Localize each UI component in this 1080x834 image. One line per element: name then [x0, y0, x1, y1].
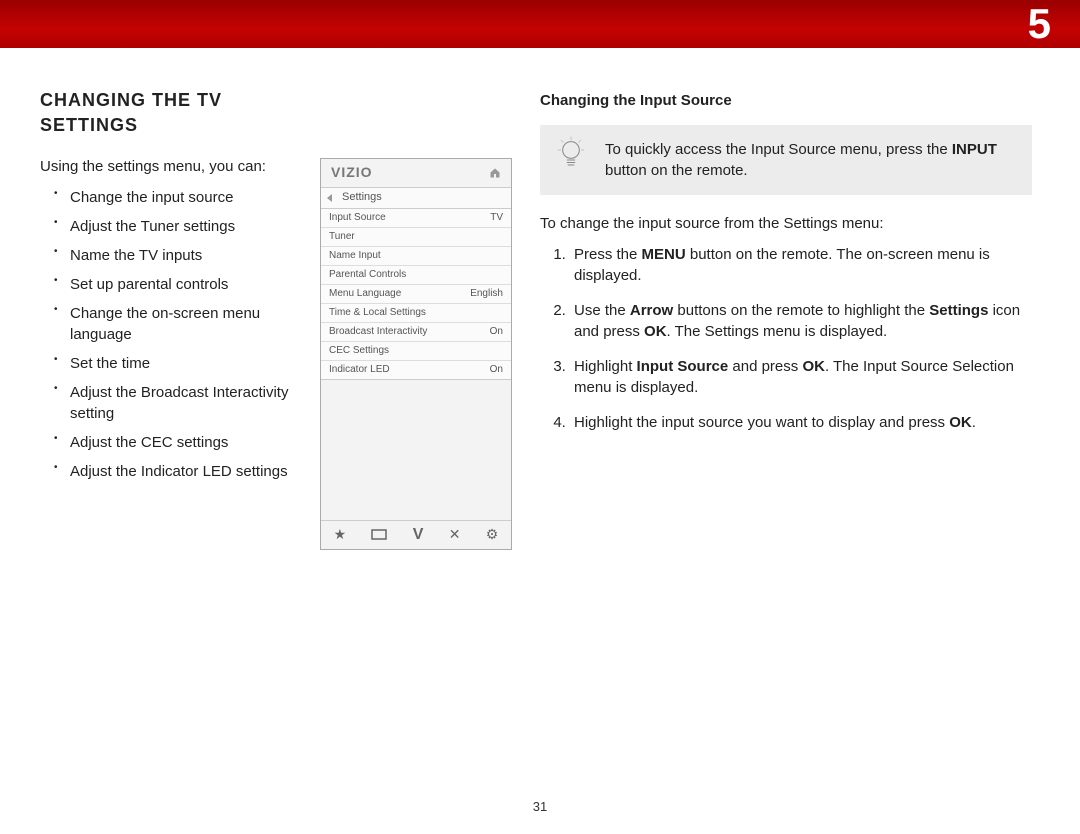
step-bold: OK: [949, 414, 972, 431]
settings-row-value: TV: [490, 211, 503, 225]
settings-row-label: Menu Language: [329, 287, 401, 301]
right-column: Changing the Input Source To quickly acc…: [540, 88, 1032, 550]
sub-heading: Changing the Input Source: [540, 90, 1032, 111]
settings-row-value: English: [470, 287, 503, 301]
settings-row: Input Source TV: [321, 209, 511, 228]
step-item: Use the Arrow buttons on the remote to h…: [570, 300, 1032, 342]
device-footer: ★ V ✕ ⚙: [321, 520, 511, 549]
page-number: 31: [0, 798, 1080, 816]
bullet-item: Adjust the CEC settings: [70, 432, 300, 453]
back-icon: [327, 194, 332, 202]
step-item: Highlight the input source you want to d…: [570, 412, 1032, 433]
section-heading: CHANGING THE TV SETTINGS: [40, 88, 300, 138]
settings-row-label: Input Source: [329, 211, 386, 225]
settings-row: Broadcast Interactivity On: [321, 323, 511, 342]
settings-row-label: Name Input: [329, 249, 381, 263]
star-icon: ★: [334, 525, 347, 545]
bullet-item: Set up parental controls: [70, 274, 300, 295]
page-content: CHANGING THE TV SETTINGS Using the setti…: [0, 58, 1080, 570]
step-text: Highlight: [574, 358, 637, 375]
settings-row: Menu Language English: [321, 285, 511, 304]
settings-row: Tuner: [321, 228, 511, 247]
settings-row-value: On: [490, 325, 503, 339]
step-bold: Arrow: [630, 302, 673, 319]
settings-row: Parental Controls: [321, 266, 511, 285]
step-item: Highlight Input Source and press OK. The…: [570, 356, 1032, 398]
settings-row-label: Tuner: [329, 230, 355, 244]
lightbulb-icon: [554, 135, 588, 175]
steps-list: Press the MENU button on the remote. The…: [540, 244, 1032, 433]
step-text: Use the: [574, 302, 630, 319]
chapter-number: 5: [1028, 0, 1052, 53]
device-spacer: [321, 380, 511, 520]
crumb-label: Settings: [342, 190, 382, 205]
device-header: VIZIO: [321, 159, 511, 187]
intro-bullets: Change the input source Adjust the Tuner …: [40, 187, 300, 482]
bullet-item: Adjust the Indicator LED settings: [70, 461, 300, 482]
settings-row-value: On: [490, 363, 503, 377]
step-text: Press the: [574, 246, 642, 263]
step-text: .: [972, 414, 976, 431]
settings-row-label: Time & Local Settings: [329, 306, 426, 320]
step-bold: MENU: [642, 246, 686, 263]
tip-text-pre: To quickly access the Input Source menu,…: [605, 141, 952, 158]
settings-row-label: CEC Settings: [329, 344, 389, 358]
tip-text-bold: INPUT: [952, 141, 997, 158]
step-text: and press: [728, 358, 802, 375]
step-bold: Settings: [929, 302, 988, 319]
settings-row-label: Indicator LED: [329, 363, 390, 377]
step-text: Highlight the input source you want to d…: [574, 414, 949, 431]
step-bold: OK: [644, 323, 667, 340]
bullet-item: Adjust the Tuner settings: [70, 216, 300, 237]
bullet-item: Name the TV inputs: [70, 245, 300, 266]
tip-text-post: button on the remote.: [605, 162, 748, 179]
bullet-item: Change the input source: [70, 187, 300, 208]
home-icon: [489, 167, 501, 179]
settings-row: Indicator LED On: [321, 361, 511, 380]
settings-row: CEC Settings: [321, 342, 511, 361]
step-bold: Input Source: [637, 358, 729, 375]
device-screenshot: VIZIO Settings Input Source TV Tuner Name I…: [320, 158, 512, 550]
after-tip-text: To change the input source from the Sett…: [540, 213, 1032, 234]
brand-logo: VIZIO: [331, 163, 373, 183]
breadcrumb: Settings: [321, 187, 511, 209]
chapter-banner: 5: [0, 0, 1080, 58]
left-text: CHANGING THE TV SETTINGS Using the setti…: [40, 88, 300, 502]
v-icon: V: [413, 524, 424, 546]
step-item: Press the MENU button on the remote. The…: [570, 244, 1032, 286]
settings-row: Name Input: [321, 247, 511, 266]
bullet-item: Adjust the Broadcast Interactivity setti…: [70, 382, 300, 424]
intro-text: Using the settings menu, you can:: [40, 156, 300, 177]
settings-row: Time & Local Settings: [321, 304, 511, 323]
settings-row-label: Broadcast Interactivity: [329, 325, 427, 339]
step-text: . The Settings menu is displayed.: [667, 323, 888, 340]
left-column: CHANGING THE TV SETTINGS Using the setti…: [40, 88, 520, 550]
settings-row-label: Parental Controls: [329, 268, 406, 282]
step-text: buttons on the remote to highlight the: [673, 302, 929, 319]
settings-list: Input Source TV Tuner Name Input Parental Co…: [321, 209, 511, 380]
screen-icon: [371, 529, 387, 541]
gear-icon: ⚙: [486, 525, 499, 545]
step-bold: OK: [802, 358, 825, 375]
bullet-item: Change the on-screen menu language: [70, 303, 300, 345]
tip-callout: To quickly access the Input Source menu,…: [540, 125, 1032, 195]
close-icon: ✕: [449, 525, 461, 545]
bullet-item: Set the time: [70, 353, 300, 374]
